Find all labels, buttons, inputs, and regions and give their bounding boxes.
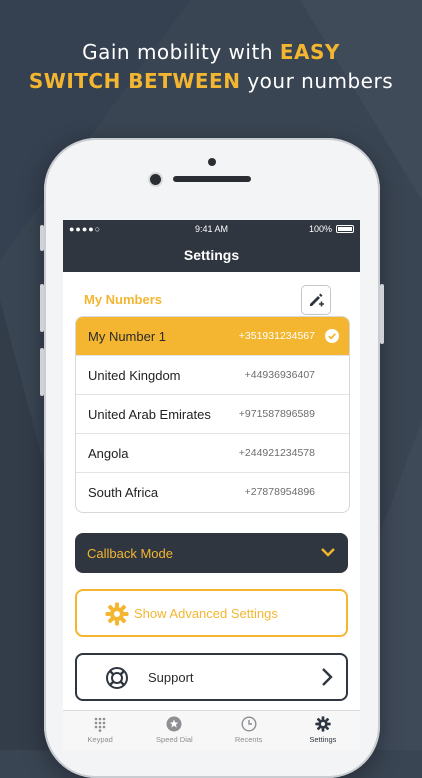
phone-button-left-1 <box>40 225 44 251</box>
tab-speed-dial-label: Speed Dial <box>156 735 193 744</box>
number-value: +244921234578 <box>238 447 315 459</box>
number-row[interactable]: United Kingdom +44936936407 <box>76 356 349 395</box>
number-value: +351931234567 <box>238 330 315 342</box>
gear-icon <box>105 602 129 626</box>
star-icon <box>166 716 182 732</box>
status-bar: ●●●●○ 9:41 AM 100% <box>63 220 360 238</box>
phone-button-right <box>380 284 384 344</box>
number-name: United Kingdom <box>88 368 181 383</box>
phone-button-left-3 <box>40 348 44 396</box>
checkmark-icon <box>325 329 339 343</box>
keypad-icon <box>94 717 106 732</box>
tab-keypad[interactable]: Keypad <box>63 711 137 750</box>
chevron-down-icon <box>321 548 335 557</box>
phone-camera <box>150 174 161 185</box>
number-row-selected[interactable]: My Number 1 +351931234567 <box>76 317 349 356</box>
highlight-easy: EASY <box>279 40 340 64</box>
callback-mode-label: Callback Mode <box>87 546 173 561</box>
tab-recents[interactable]: Recents <box>212 711 286 750</box>
battery-icon <box>336 225 354 233</box>
tab-speed-dial[interactable]: Speed Dial <box>137 711 211 750</box>
clock-icon <box>241 716 257 732</box>
number-value: +27878954896 <box>244 486 315 498</box>
tab-keypad-label: Keypad <box>87 735 113 744</box>
my-numbers-title: My Numbers <box>84 292 163 307</box>
battery-percent: 100% <box>308 224 332 234</box>
nav-title: Settings <box>63 238 360 272</box>
phone-button-left-2 <box>40 284 44 332</box>
phone-speaker <box>173 176 251 182</box>
show-advanced-settings-button[interactable]: Show Advanced Settings <box>75 589 348 637</box>
number-row[interactable]: South Africa +27878954896 <box>76 473 349 512</box>
tab-recents-label: Recents <box>234 735 263 744</box>
support-button[interactable]: Support <box>75 653 348 701</box>
numbers-list: My Number 1 +351931234567 United Kingdom… <box>75 316 350 513</box>
edit-pencil-icon <box>310 293 324 307</box>
number-row[interactable]: Angola +244921234578 <box>76 434 349 473</box>
support-label: Support <box>148 670 194 685</box>
advanced-settings-label: Show Advanced Settings <box>134 606 278 621</box>
tab-settings[interactable]: Settings <box>286 711 360 750</box>
tab-bar: Keypad Speed Dial Recents Settings <box>63 710 360 750</box>
callback-mode-dropdown[interactable]: Callback Mode <box>75 533 348 573</box>
lifebuoy-icon <box>106 667 128 689</box>
chevron-right-icon <box>322 668 333 686</box>
gear-icon <box>315 716 331 732</box>
tab-settings-label: Settings <box>309 735 337 744</box>
number-name: Angola <box>88 446 129 461</box>
number-name: United Arab Emirates <box>88 407 211 422</box>
number-value: +971587896589 <box>238 408 315 420</box>
edit-numbers-button[interactable] <box>301 285 331 315</box>
number-row[interactable]: United Arab Emirates +971587896589 <box>76 395 349 434</box>
highlight-switch: SWITCH BETWEEN <box>28 69 241 93</box>
number-name: South Africa <box>88 485 159 500</box>
app-screen: ●●●●○ 9:41 AM 100% Settings My Numbers M… <box>63 220 360 750</box>
number-name: My Number 1 <box>88 329 167 344</box>
promo-headline: Gain mobility with EASY SWITCH BETWEEN y… <box>28 40 394 93</box>
number-value: +44936936407 <box>244 369 315 381</box>
phone-sensor <box>208 158 216 166</box>
